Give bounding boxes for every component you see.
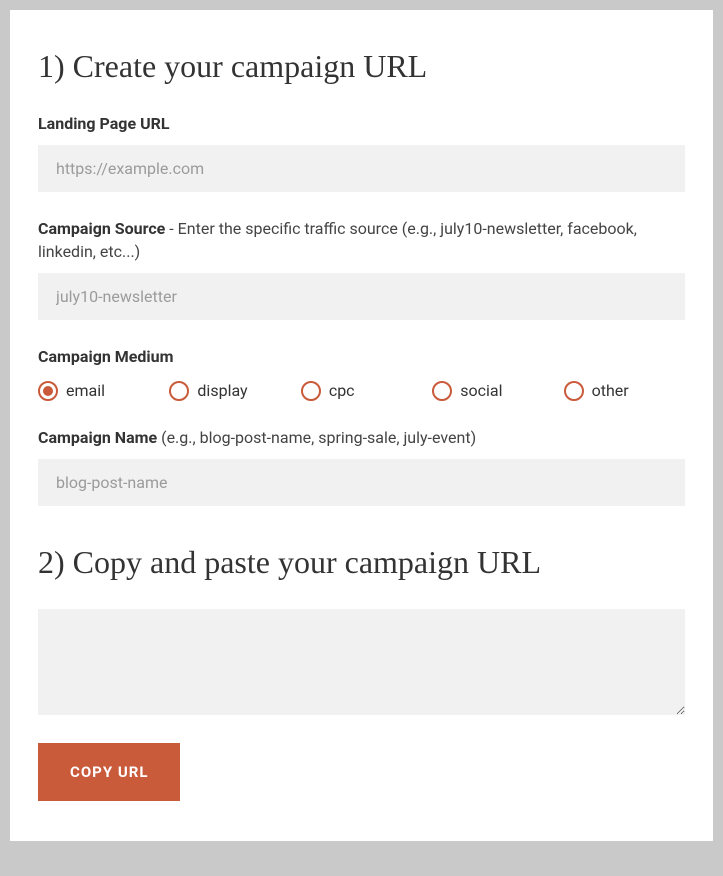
campaign-medium-label: Campaign Medium: [38, 346, 685, 368]
radio-icon: [169, 381, 189, 401]
copy-url-button[interactable]: COPY URL: [38, 743, 180, 801]
medium-radio-row: email display cpc social other: [38, 381, 685, 401]
radio-label: email: [66, 381, 105, 400]
medium-radio-social[interactable]: social: [432, 381, 553, 401]
campaign-url-builder: 1) Create your campaign URL Landing Page…: [10, 10, 713, 841]
radio-icon: [432, 381, 452, 401]
landing-url-label: Landing Page URL: [38, 113, 685, 135]
campaign-medium-group: Campaign Medium email display cpc social…: [38, 346, 685, 400]
radio-label: other: [592, 381, 629, 400]
landing-url-input[interactable]: [38, 145, 685, 192]
campaign-name-input[interactable]: [38, 459, 685, 506]
output-url-textarea[interactable]: [38, 609, 685, 715]
campaign-source-input[interactable]: [38, 273, 685, 320]
medium-radio-other[interactable]: other: [564, 381, 685, 401]
campaign-name-label: Campaign Name (e.g., blog-post-name, spr…: [38, 427, 685, 449]
campaign-name-group: Campaign Name (e.g., blog-post-name, spr…: [38, 427, 685, 506]
medium-radio-email[interactable]: email: [38, 381, 159, 401]
section-2-heading: 2) Copy and paste your campaign URL: [38, 544, 685, 581]
medium-radio-display[interactable]: display: [169, 381, 290, 401]
campaign-source-group: Campaign Source - Enter the specific tra…: [38, 218, 685, 320]
campaign-source-label: Campaign Source - Enter the specific tra…: [38, 218, 685, 263]
radio-icon: [38, 381, 58, 401]
landing-url-group: Landing Page URL: [38, 113, 685, 192]
radio-icon: [301, 381, 321, 401]
radio-icon: [564, 381, 584, 401]
medium-radio-cpc[interactable]: cpc: [301, 381, 422, 401]
radio-label: social: [460, 381, 502, 400]
section-1-heading: 1) Create your campaign URL: [38, 48, 685, 85]
radio-label: cpc: [329, 381, 355, 400]
radio-label: display: [197, 381, 247, 400]
